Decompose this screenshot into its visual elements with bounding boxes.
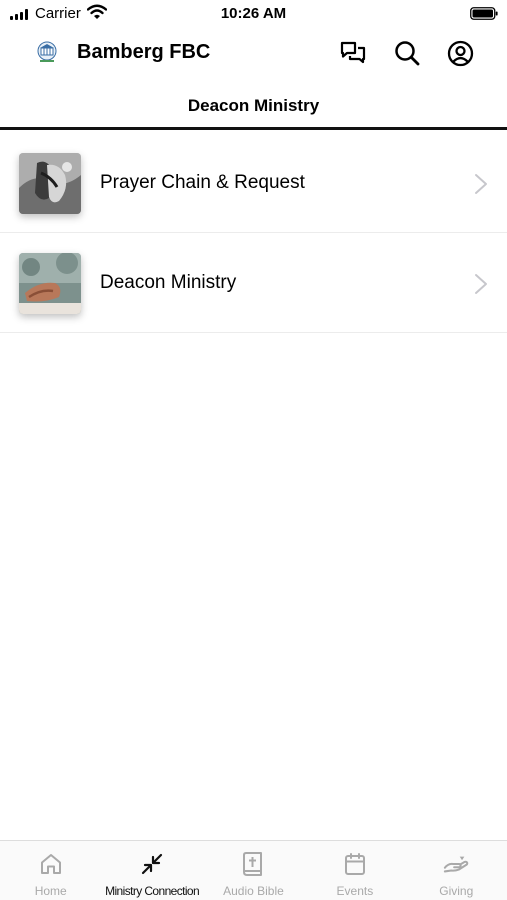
chevron-right-icon xyxy=(475,274,487,294)
list-item-prayer-chain[interactable]: Prayer Chain & Request xyxy=(0,133,507,233)
list-item-deacon-ministry[interactable]: Deacon Ministry xyxy=(0,233,507,333)
tab-audio-bible[interactable]: Audio Bible xyxy=(203,841,304,900)
tab-home[interactable]: Home xyxy=(0,841,101,900)
page-title-bar: Deacon Ministry xyxy=(0,84,507,130)
battery-icon xyxy=(470,7,498,20)
arrows-inward-icon xyxy=(141,853,163,875)
list-item-label: Deacon Ministry xyxy=(100,272,237,293)
bible-icon xyxy=(243,852,263,876)
tab-label: Giving xyxy=(439,884,474,898)
app-title: Bamberg FBC xyxy=(77,41,211,63)
search-button[interactable] xyxy=(392,38,422,68)
chevron-right-icon xyxy=(475,174,487,194)
tab-ministry-connection[interactable]: Ministry Connection xyxy=(101,841,202,900)
clock: 10:26 AM xyxy=(220,5,287,22)
prayer-hands-thumbnail xyxy=(19,153,81,214)
calendar-icon xyxy=(344,853,365,875)
chat-icon xyxy=(340,41,366,64)
chat-button[interactable] xyxy=(338,38,368,68)
tab-label: Home xyxy=(34,884,67,898)
bottom-tab-bar: Home Ministry Connection Audio Bible Eve… xyxy=(0,840,507,900)
tab-label: Ministry Connection xyxy=(105,884,200,898)
giving-hand-icon xyxy=(444,856,469,873)
app-header: Bamberg FBC xyxy=(0,30,507,76)
tab-label: Events xyxy=(336,884,374,898)
profile-icon xyxy=(447,40,473,66)
status-bar: Carrier 10:26 AM xyxy=(0,0,507,30)
tab-giving[interactable]: Giving xyxy=(406,841,507,900)
search-icon xyxy=(395,41,420,66)
home-icon xyxy=(40,854,61,874)
tab-events[interactable]: Events xyxy=(304,841,405,900)
profile-button[interactable] xyxy=(445,38,475,68)
page-title: Deacon Ministry xyxy=(187,96,320,115)
tab-label: Audio Bible xyxy=(223,884,284,898)
list-item-label: Prayer Chain & Request xyxy=(100,172,305,193)
praying-hands-thumbnail xyxy=(19,253,81,314)
church-logo-icon xyxy=(37,41,57,62)
ministry-list: Prayer Chain & Request Deacon Ministry xyxy=(0,133,507,333)
